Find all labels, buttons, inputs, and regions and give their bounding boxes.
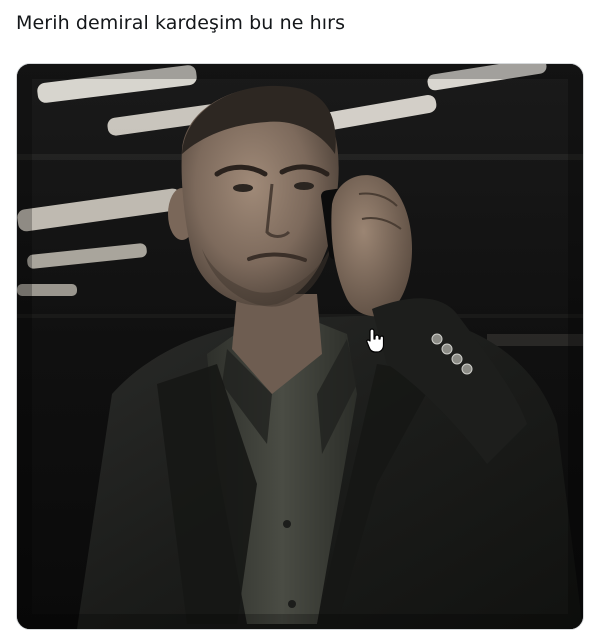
hand-pointer-icon	[366, 328, 384, 353]
photo-illustration	[17, 64, 583, 629]
tweet-text: Merih demiral kardeşim bu ne hırs	[16, 12, 346, 34]
tweet-media-photo[interactable]	[16, 63, 584, 630]
